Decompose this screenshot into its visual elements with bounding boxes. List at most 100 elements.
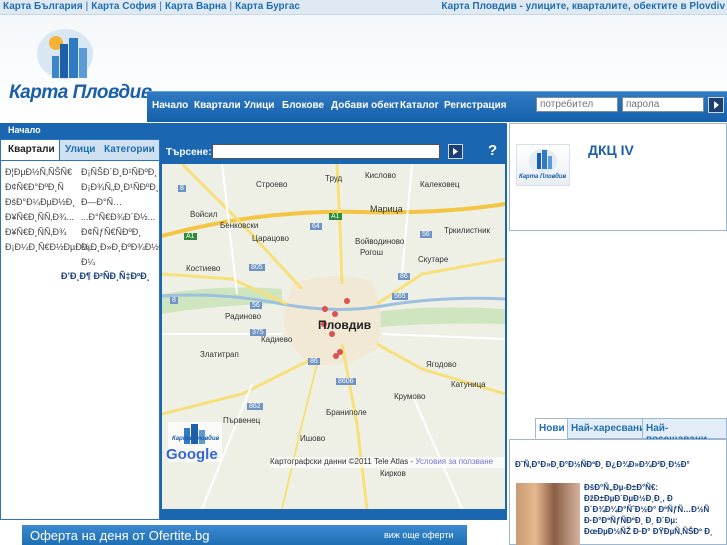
separator: | (85, 1, 89, 12)
map-place-label: Рогош (360, 248, 384, 257)
new-objects-box: Ð˜Ñ‚Ð°Ð»Ð¸Ð°Ð½ÑÐºÐ¸ Ð¿Ð¾Ð»Ð¾Ð²Ð¸Ð½Ð° ÐšÐ… (509, 439, 727, 545)
district-link[interactable]: Ð¢Ñ€Ð°ÐºÐ¸Ñ (5, 182, 64, 192)
logo-icon[interactable] (30, 28, 100, 80)
map-place-label: Радиново (225, 312, 262, 321)
tab-streets[interactable]: Улици (65, 144, 95, 155)
more-offers-link[interactable]: виж още оферти (384, 530, 454, 540)
map-place-label: Първенец (223, 416, 261, 425)
map-place-label: Кирков (380, 469, 406, 478)
separator: | (159, 1, 162, 12)
road-shield: 8 (170, 297, 178, 304)
nav-register[interactable]: Регистрация (444, 100, 507, 111)
tab-most-visited[interactable]: Най-посещавани (642, 418, 727, 445)
map-search-input[interactable] (212, 144, 440, 159)
tab-most-liked[interactable]: Най-харесвани (567, 418, 650, 439)
map-place-label: Бенковски (220, 221, 259, 230)
nav-catalog[interactable]: Каталог (400, 100, 439, 111)
object-photo[interactable] (516, 483, 580, 545)
offer-banner-text[interactable]: Оферта на деня от Ofertite.bg (30, 528, 210, 543)
map-place-label: Браниполе (326, 408, 367, 417)
tab-districts[interactable]: Квартали (8, 144, 55, 155)
map-canvas[interactable]: Пловдив Строево Труд Кислово Калековец В… (162, 164, 505, 509)
nav-home[interactable]: Начало (152, 100, 188, 111)
map-place-label: Крумово (394, 392, 426, 401)
district-link[interactable]: ...Ð°Ñ€Ð¾Ð´Ð½... (81, 212, 155, 222)
map-place-label: Костиево (186, 264, 221, 273)
nav-districts[interactable]: Квартали (194, 100, 241, 111)
map-place-label: Катуница (451, 380, 486, 389)
login-button[interactable] (708, 97, 724, 113)
username-input[interactable] (536, 97, 618, 112)
map-place-label: Скутаре (418, 255, 449, 264)
featured-thumbnail[interactable]: Карта Пловдив (516, 144, 570, 186)
district-link[interactable]: ÐšÐ°Ð¼ÐµÐ½Ð¸ (5, 197, 75, 207)
road-shield: 805 (249, 264, 265, 271)
map-place-label: Царацово (252, 234, 289, 243)
nav-blocks[interactable]: Блокове (282, 100, 324, 111)
map-place-label: Марица (370, 204, 403, 214)
district-link[interactable]: Ð¡ÑŠÐ´Ð¸Ð¹ÑÐºÐ¸ (81, 167, 157, 177)
road-shield: A1 (184, 233, 197, 240)
map-place-label: Ягодово (426, 360, 457, 369)
separator: | (229, 1, 233, 12)
help-icon[interactable]: ? (488, 142, 497, 159)
offer-banner[interactable]: Оферта на деня от Ofertite.bg виж още оф… (22, 525, 467, 545)
brand-name[interactable]: Карта Пловдив (9, 82, 152, 104)
district-link[interactable]: Ð¥Ñ€Ð¸ÑÑ‚Ð¾ (5, 227, 67, 237)
arrow-right-icon (453, 148, 458, 155)
road-shield: 86 (308, 358, 320, 365)
road-shield: 56 (250, 302, 262, 309)
main-nav: Начало Квартали Улици Блокове Добави обе… (147, 91, 727, 122)
object-heading[interactable]: Ð˜Ñ‚Ð°Ð»Ð¸Ð°Ð½ÑÐºÐ¸ Ð¿Ð¾Ð»Ð¾Ð²Ð¸Ð½Ð° (515, 460, 690, 469)
road-shield: A1 (329, 213, 342, 220)
road-shield: 64 (310, 223, 322, 230)
district-link[interactable]: Ð—Ð°Ñ… (81, 197, 122, 207)
password-input[interactable] (622, 97, 704, 112)
left-tabs: Квартали Улици Категории (1, 140, 159, 161)
map-place-label: Труд (325, 174, 343, 183)
map-panel: Търсене: ? Пловдив Строево Труд Кислово … (160, 139, 507, 520)
road-shield: 56 (420, 231, 432, 238)
nav-add-object[interactable]: Добави обект (331, 100, 399, 111)
top-link-sofia[interactable]: Карта София (91, 1, 156, 12)
map-copyright: Картографски данни ©2011 Tele Atlas - (270, 457, 414, 466)
all-districts-link[interactable]: Ð’Ð¸Ð¶ Ð²ÑÐ¸Ñ‡ÐºÐ¸ (61, 271, 150, 281)
breadcrumb[interactable]: Начало (8, 125, 41, 135)
google-logo[interactable]: Google (166, 446, 218, 463)
map-place-label: Войводиново (355, 237, 405, 246)
top-link-burgas[interactable]: Карта Бургас (235, 1, 300, 12)
top-links: Карта България | Карта София | Карта Варна | К… (3, 1, 300, 12)
map-city-label: Пловдив (318, 318, 372, 332)
search-label: Търсене: (166, 147, 212, 158)
map-place-label: Войсил (190, 210, 218, 219)
map-place-label: Кислово (365, 171, 396, 180)
breadcrumb-bar: Начало (0, 123, 507, 139)
nav-streets[interactable]: Улици (244, 100, 274, 111)
right-tabs: Нови Най-харесвани Най-посещавани (535, 418, 727, 445)
district-link[interactable]: Ð¦ÐµÐ½Ñ‚ÑŠÑ€ (5, 167, 72, 177)
featured-title[interactable]: ДКЦ IV (588, 142, 634, 158)
top-link-bulgaria[interactable]: Карта България (3, 1, 83, 12)
arrow-right-icon (714, 101, 719, 109)
district-link[interactable]: Ð¢ÑƒÑ€ÑÐºÐ¸ (81, 227, 141, 237)
district-link[interactable]: Ð¡Ð¾Ñ„Ð¸Ð¹ÑÐºÐ¸... (81, 182, 166, 192)
thumb-label: Карта Пловдив (519, 174, 567, 180)
road-shield: 565 (392, 293, 408, 300)
map-place-label: Ишово (300, 434, 326, 443)
search-button[interactable] (448, 144, 463, 159)
object-line: ÐžÐ±ÐµÐ´ÐµÐ½Ð¸Ð¸, Ð (584, 494, 673, 503)
road-shield: 8 (178, 185, 186, 192)
tab-categories[interactable]: Категории (104, 144, 155, 155)
terms-link[interactable]: Условия за ползване (415, 457, 493, 466)
map-place-label: Тркилистник (444, 226, 491, 235)
map-place-label: Строево (256, 180, 288, 189)
road-shield: 375 (250, 329, 266, 336)
object-line: Ð´Ð¾Ð¼Ð°ÑˆÐ½Ð° ÐºÑƒÑ…Ð½Ñ (584, 505, 710, 514)
tab-new[interactable]: Нови (535, 418, 569, 439)
top-link-varna[interactable]: Карта Варна (165, 1, 227, 12)
district-link[interactable]: Ð¼ (81, 257, 95, 267)
road-shield: 862 (247, 403, 263, 410)
district-link[interactable]: Ð¥Ñ€Ð¸ÑÑ‚Ð¾... (5, 212, 74, 222)
map-attribution: Картографски данни ©2011 Tele Atlas - Ус… (270, 457, 505, 468)
map-place-label: Кадиево (261, 335, 293, 344)
